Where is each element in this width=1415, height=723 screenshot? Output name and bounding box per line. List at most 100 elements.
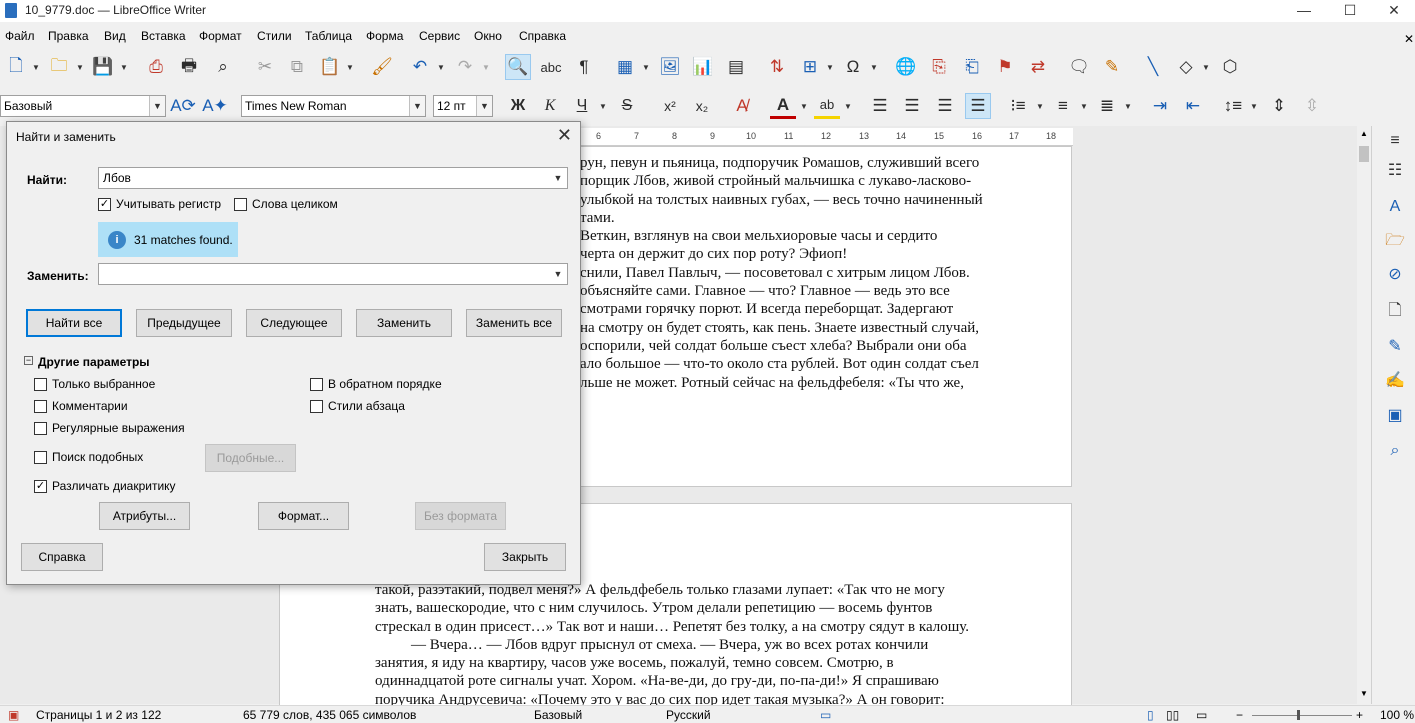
new-style-icon[interactable]: A✦ [202, 93, 228, 119]
paragraph-style-select[interactable]: Базовый ▼ [0, 95, 166, 117]
comment-icon[interactable]: 🗨 [1066, 54, 1092, 80]
paragraph-styles-checkbox[interactable]: Стили абзаца [310, 399, 405, 413]
close-window-icon[interactable]: ✕ [1371, 0, 1415, 22]
backwards-checkbox[interactable]: В обратном порядке [310, 377, 442, 391]
replace-button[interactable]: Заменить [356, 309, 452, 337]
font-size-select[interactable]: 12 пт ▼ [433, 95, 493, 117]
decrease-paragraph-spacing-icon[interactable]: ⇳ [1299, 93, 1325, 119]
increase-indent-icon[interactable]: ⇥ [1147, 93, 1173, 119]
numbered-dropdown-icon[interactable]: ▼ [1080, 93, 1088, 119]
outline-dropdown-icon[interactable]: ▼ [1124, 93, 1132, 119]
match-case-checkbox[interactable]: ✓ Учитывать регистр [98, 197, 221, 211]
field-dropdown-icon[interactable]: ▼ [826, 54, 834, 80]
basic-shapes-icon[interactable]: ◇ [1173, 54, 1199, 80]
word-count[interactable]: 65 779 слов, 435 065 символов [243, 708, 416, 722]
paste-icon[interactable]: 📋 [317, 54, 343, 80]
menu-help[interactable]: Справка [519, 29, 566, 43]
menu-tools[interactable]: Сервис [419, 29, 460, 43]
undo-icon[interactable]: ↶ [407, 54, 433, 80]
page-count[interactable]: Страницы 1 и 2 из 122 [36, 708, 161, 722]
special-character-icon[interactable]: Ω [840, 54, 866, 80]
italic-button[interactable]: К [537, 93, 563, 119]
menu-edit[interactable]: Правка [48, 29, 89, 43]
similarity-checkbox[interactable]: Поиск подобных [34, 450, 143, 464]
checkmark-icon[interactable]: ✓ [98, 197, 111, 211]
draw-functions-icon[interactable]: ⬡ [1217, 54, 1243, 80]
attributes-button[interactable]: Атрибуты... [99, 502, 190, 530]
outline-list-icon[interactable]: ≣ [1094, 93, 1120, 119]
multi-page-view-icon[interactable]: ▯▯ [1166, 708, 1179, 722]
diacritics-checkbox[interactable]: ✓ Различать диакритику [34, 479, 176, 493]
zoom-in-icon[interactable]: + [1356, 708, 1363, 722]
checkbox-box[interactable] [34, 421, 47, 435]
scroll-up-icon[interactable]: ▲ [1360, 129, 1368, 138]
save-icon[interactable]: 💾 [90, 54, 116, 80]
style-inspector-icon[interactable]: ✎ [1384, 336, 1406, 358]
language[interactable]: Русский [666, 708, 711, 722]
gallery-icon[interactable]: 🗁 [1384, 230, 1406, 252]
menu-view[interactable]: Вид [104, 29, 126, 43]
design-icon[interactable]: ▣ [1384, 405, 1406, 427]
undo-dropdown-icon[interactable]: ▼ [437, 54, 445, 80]
page-2-text[interactable]: такой, разэтакий, подвел меня?» А фельдф… [375, 581, 1016, 709]
horizontal-ruler[interactable]: 6 7 8 9 10 11 12 13 14 15 16 17 18 [580, 128, 1073, 146]
align-center-icon[interactable]: ☰ [899, 93, 925, 119]
insert-textbox-icon[interactable]: ▤ [723, 54, 749, 80]
similarity-options-button[interactable]: Подобные... [205, 444, 296, 472]
find-replace-icon[interactable]: 🔍 [505, 54, 531, 80]
align-right-icon[interactable]: ☰ [932, 93, 958, 119]
properties-icon[interactable]: ☷ [1384, 160, 1406, 182]
selection-only-checkbox[interactable]: Только выбранное [34, 377, 155, 391]
new-dropdown-icon[interactable]: ▼ [32, 54, 40, 80]
endnote-icon[interactable]: ⎗ [959, 54, 985, 80]
close-icon[interactable]: ✕ [557, 125, 572, 146]
scroll-down-icon[interactable]: ▼ [1360, 689, 1368, 698]
print-icon[interactable]: 🖶 [176, 54, 202, 80]
whole-words-checkbox[interactable]: Слова целиком [234, 197, 338, 211]
font-name-select[interactable]: Times New Roman ▼ [241, 95, 426, 117]
hyperlink-icon[interactable]: 🌐 [893, 54, 919, 80]
bold-button[interactable]: Ж [505, 93, 531, 119]
insert-field-icon[interactable]: ⊞ [797, 54, 823, 80]
menu-window[interactable]: Окно [474, 29, 502, 43]
zoom-slider[interactable] [1252, 715, 1352, 716]
page-style[interactable]: Базовый [534, 708, 582, 722]
open-dropdown-icon[interactable]: ▼ [76, 54, 84, 80]
page-1-text[interactable]: рун, певун и пьяница, подпоручик Ромашов… [580, 154, 1016, 392]
footnote-icon[interactable]: ⎘ [926, 54, 952, 80]
justify-icon[interactable]: ☰ [965, 93, 991, 119]
insert-chart-icon[interactable]: 📊 [690, 54, 716, 80]
zoom-slider-handle[interactable] [1297, 710, 1300, 720]
menu-form[interactable]: Форма [366, 29, 403, 43]
save-dropdown-icon[interactable]: ▼ [120, 54, 128, 80]
chevron-down-icon[interactable]: ▼ [149, 96, 165, 116]
spelling-icon[interactable]: abc [538, 54, 564, 80]
line-spacing-dropdown-icon[interactable]: ▼ [1250, 93, 1258, 119]
menu-format[interactable]: Формат [199, 29, 242, 43]
manage-changes-icon[interactable]: ✍ [1384, 370, 1406, 392]
font-color-icon[interactable]: A [770, 93, 796, 119]
other-options-expander[interactable]: Другие параметры [38, 355, 150, 369]
navigator-icon[interactable]: ⊘ [1384, 264, 1406, 286]
replace-all-button[interactable]: Заменить все [466, 309, 562, 337]
checkbox-box[interactable] [34, 450, 47, 464]
insert-table-icon[interactable]: ▦ [612, 54, 638, 80]
book-view-icon[interactable]: ▭ [1196, 708, 1207, 722]
track-changes-icon[interactable]: ✎ [1099, 54, 1125, 80]
shapes-dropdown-icon[interactable]: ▼ [1202, 54, 1210, 80]
checkbox-box[interactable] [310, 399, 323, 413]
menu-table[interactable]: Таблица [305, 29, 352, 43]
page-icon[interactable]: 🗋 [1384, 300, 1406, 322]
insert-image-icon[interactable]: 🖼 [657, 54, 683, 80]
print-preview-icon[interactable]: ⌕ [210, 54, 236, 80]
redo-dropdown-icon[interactable]: ▼ [482, 54, 490, 80]
checkmark-icon[interactable]: ✓ [34, 479, 47, 493]
open-folder-icon[interactable]: 🗀 [46, 54, 72, 80]
highlight-dropdown-icon[interactable]: ▼ [844, 93, 852, 119]
cross-reference-icon[interactable]: ⇄ [1025, 54, 1051, 80]
subscript-icon[interactable]: x₂ [689, 93, 715, 119]
no-format-button[interactable]: Без формата [415, 502, 506, 530]
menu-styles[interactable]: Стили [257, 29, 292, 43]
replace-input[interactable]: ▼ [98, 263, 568, 285]
update-style-icon[interactable]: A⟳ [170, 93, 196, 119]
